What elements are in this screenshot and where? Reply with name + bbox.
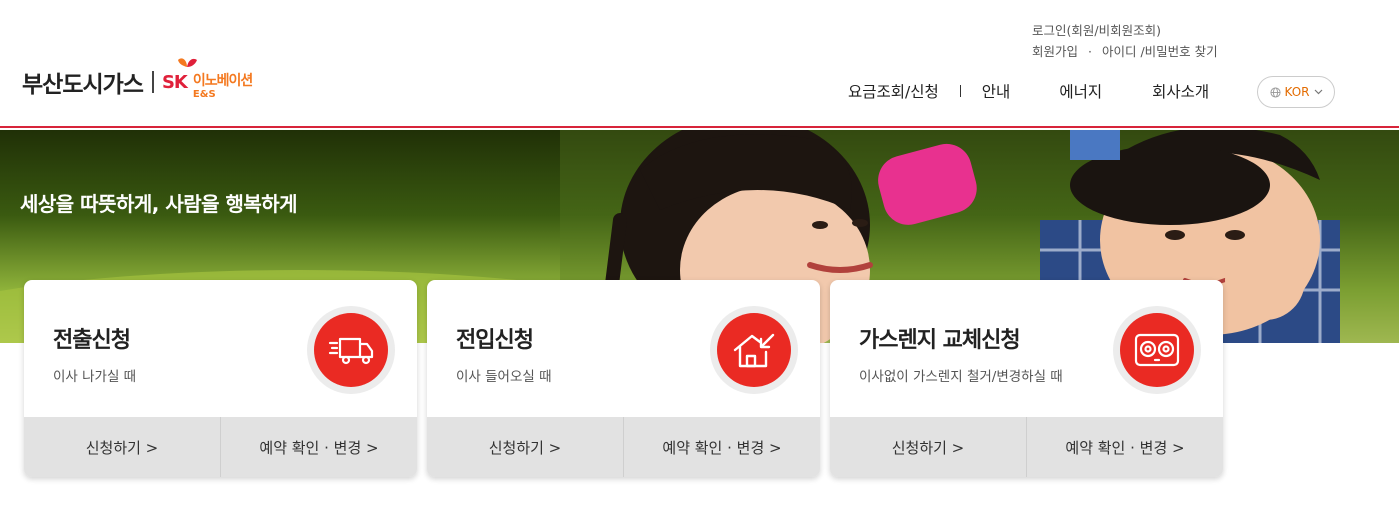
join-link[interactable]: 회원가입 [1032,44,1078,59]
reservation-check-button[interactable]: 예약 확인 · 변경 > [623,417,820,477]
card-icon-circle [1120,313,1194,387]
card-icon-badge [307,306,395,394]
chevron-down-icon [1314,89,1322,95]
main-nav: 요금조회/신청 안내 에너지 회사소개 [848,80,1209,102]
language-selector[interactable]: KOR [1257,76,1335,108]
apply-button[interactable]: 신청하기 > [830,417,1026,477]
card-title: 전출신청 [53,328,131,353]
card-title: 전입신청 [456,328,534,353]
nav-item-company[interactable]: 회사소개 [1152,80,1209,102]
language-label: KOR [1284,85,1310,99]
sk-innovation-text: 이노베이션 [192,72,253,89]
sk-butterfly-icon [177,58,197,67]
card-title: 가스렌지 교체신청 [859,328,1021,353]
card-description: 이사없이 가스렌지 철거/변경하실 때 [859,369,1063,385]
logo-text: 부산도시가스 [22,72,144,98]
apply-button[interactable]: 신청하기 > [24,417,220,477]
card-icon-badge [710,306,798,394]
gas-range-icon [1134,333,1180,367]
nav-item-energy[interactable]: 에너지 [1059,80,1102,102]
utility-links: 로그인(회원/비회원조회) 회원가입 · 아이디 /비밀번호 찾기 [1032,20,1218,62]
site-header: 부산도시가스 SK 이노베이션 E&S 로그인(회원/비회원조회) 회원가입 ·… [0,0,1399,128]
card-icon-circle [717,313,791,387]
reservation-check-button[interactable]: 예약 확인 · 변경 > [220,417,417,477]
nav-item-billing[interactable]: 요금조회/신청 [848,80,939,102]
card-description: 이사 들어오실 때 [456,369,552,385]
apply-button[interactable]: 신청하기 > [427,417,623,477]
moving-truck-icon [328,337,374,365]
sk-logo: SK 이노베이션 E&S [161,58,253,102]
card-actions: 신청하기 > 예약 확인 · 변경 > [24,417,417,477]
card-icon-circle [314,313,388,387]
card-icon-badge [1113,306,1201,394]
nav-item-guide[interactable]: 안내 [982,80,1011,102]
hero-slogan: 세상을 따뜻하게, 사람을 행복하게 [20,192,298,216]
card-move-in: 전입신청 이사 들어오실 때 신청하기 > 예약 확인 · 변경 > [427,280,820,477]
site-logo[interactable]: 부산도시가스 SK 이노베이션 E&S [22,58,253,102]
card-move-out: 전출신청 이사 나가실 때 신청하기 > 예약 확인 · 변경 > [24,280,417,477]
nav-divider [959,85,961,97]
globe-icon [1269,86,1281,98]
house-move-in-icon [733,333,775,368]
find-account-link[interactable]: 아이디 /비밀번호 찾기 [1102,44,1218,59]
card-description: 이사 나가실 때 [53,369,137,385]
reservation-check-button[interactable]: 예약 확인 · 변경 > [1026,417,1223,477]
card-actions: 신청하기 > 예약 확인 · 변경 > [427,417,820,477]
login-link[interactable]: 로그인(회원/비회원조회) [1032,23,1161,38]
card-actions: 신청하기 > 예약 확인 · 변경 > [830,417,1223,477]
sk-sub: 이노베이션 E&S [192,72,253,100]
sk-mark: SK [161,72,188,93]
logo-divider [151,71,154,93]
sk-es-text: E&S [192,89,216,100]
separator-dot: · [1088,44,1092,59]
card-gas-range-replace: 가스렌지 교체신청 이사없이 가스렌지 철거/변경하실 때 신청하기 > 예약 … [830,280,1223,477]
